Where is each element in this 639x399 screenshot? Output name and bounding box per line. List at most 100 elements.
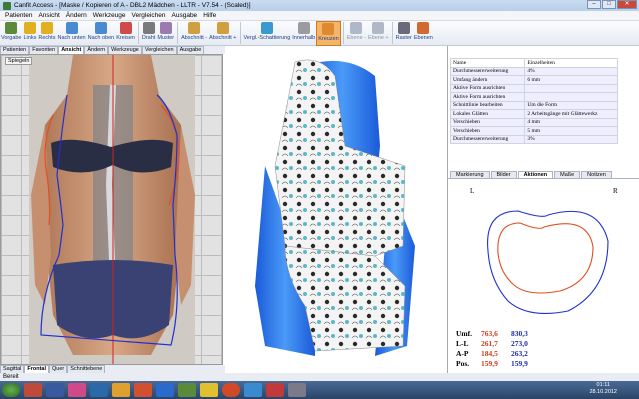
toolbar-button-inside[interactable]: Innerhalb [291, 21, 316, 46]
measurement-red: 763,6 [481, 328, 498, 338]
view-tab-1[interactable]: Frontal [24, 365, 49, 373]
toolbar-label: Muster [157, 35, 175, 41]
toolbar-separator [391, 22, 393, 44]
pattern-icon [159, 22, 172, 34]
action-name: Durchmessererweiterung [449, 66, 526, 76]
frontal-photo-panel[interactable]: Spiegeln [0, 54, 223, 365]
table-row[interactable]: Verschieben 5 mm [449, 126, 618, 136]
toolbar-label: Kreisen [116, 35, 135, 41]
table-row[interactable]: Verschieben 4 mm [449, 117, 618, 127]
plane-plus-icon [372, 22, 385, 34]
taskbar-app-icon[interactable] [200, 383, 218, 397]
right-tab-4[interactable]: Notizen [581, 171, 612, 178]
toolbar-button-arrow-down[interactable]: Nach unten [56, 21, 86, 46]
toolbar-button-rotate[interactable]: Kreisen [115, 21, 136, 46]
close-button[interactable]: ✕ [617, 0, 637, 9]
toolbar-button-check-right[interactable]: Rechts [37, 21, 56, 46]
col-header-name: Name [449, 58, 526, 68]
toolbar-button-check-left[interactable]: Links [23, 21, 38, 46]
cross-icon [322, 23, 335, 35]
patient-back-image [29, 55, 195, 364]
toolbar-button-plane-minus[interactable]: Ebene - [346, 21, 367, 46]
taskbar-app-icon[interactable] [244, 383, 262, 397]
taskbar-app-icon[interactable] [266, 383, 284, 397]
table-row[interactable]: Lokales Glätten 2 Arbeitsgänge mit Glätte… [449, 109, 618, 119]
right-tab-0[interactable]: Markierung [450, 171, 490, 178]
maximize-button[interactable]: □ [602, 0, 616, 9]
view-tab-3[interactable]: Schnittebene [67, 365, 106, 373]
inside-icon [297, 22, 310, 34]
table-row[interactable]: Durchmessererweiterung 3% [449, 134, 618, 144]
taskbar-app-icon[interactable] [156, 383, 174, 397]
toolbar-button-cross[interactable]: Kreuzen [316, 21, 341, 46]
taskbar-app-icon[interactable] [222, 383, 240, 397]
toolbar-button-arrow-up[interactable]: Nach oben [87, 21, 116, 46]
toolbar-label: Links [23, 35, 37, 41]
wireframe-icon [142, 22, 155, 34]
menu-ausgabe[interactable]: Ausgabe [169, 12, 201, 19]
taskbar-app-icon[interactable] [178, 383, 196, 397]
toolbar-button-section-minus[interactable]: Abschnitt - [180, 21, 208, 46]
menu-aendern[interactable]: Ändern [63, 12, 90, 19]
tab-0[interactable]: Patienten [0, 46, 30, 54]
action-name: Verschieben [449, 126, 526, 136]
taskbar-app-icon[interactable] [68, 383, 86, 397]
table-row[interactable]: Umfang ändern 6 mm [449, 75, 618, 85]
check-left-icon [23, 22, 36, 34]
toolbar-label: Vorgabe [1, 35, 22, 41]
toolbar-button-section-plus[interactable]: Abschnitt + [208, 21, 237, 46]
taskbar-app-icon[interactable] [288, 383, 306, 397]
plane-minus-icon [350, 22, 363, 34]
tab-3[interactable]: Ändern [84, 46, 109, 54]
toolbar-button-layers[interactable]: Ebenen [413, 21, 434, 46]
measurement-red: 261,7 [481, 338, 498, 348]
system-clock[interactable]: 01:11 28.10.2012 [589, 382, 617, 396]
table-row[interactable]: Aktive Form ausrichten [449, 92, 618, 102]
table-row[interactable]: Schnittlinie bearbeiten Um die Form [449, 100, 618, 110]
right-tab-2[interactable]: Aktionen [517, 171, 554, 178]
toolbar-button-pattern[interactable]: Muster [156, 21, 175, 46]
toolbar-label: Vergl.-Schattierung [243, 35, 291, 41]
action-details: 5 mm [524, 126, 618, 136]
title-bar: Canfit Access - [Maske / Kopieren of A -… [0, 0, 639, 11]
menu-werkzeuge[interactable]: Werkzeuge [90, 12, 129, 19]
taskbar-app-icon[interactable] [24, 383, 42, 397]
tab-5[interactable]: Vergleichen [141, 46, 177, 54]
start-button[interactable] [2, 383, 20, 397]
right-tab-1[interactable]: Bilder [490, 171, 517, 178]
toolbar-button-preset[interactable]: Vorgabe [0, 21, 23, 46]
toolbar-button-wireframe[interactable]: Draht [141, 21, 156, 46]
taskbar: 01:11 28.10.2012 [0, 381, 639, 399]
right-tab-row: Markierung Bilder Aktionen Maße Notizen [448, 171, 639, 179]
tab-6[interactable]: Ausgabe [176, 46, 205, 54]
menu-ansicht[interactable]: Ansicht [35, 12, 62, 19]
layers-icon [417, 22, 430, 34]
taskbar-app-icon[interactable] [134, 383, 152, 397]
menu-hilfe[interactable]: Hilfe [200, 12, 219, 19]
tab-2[interactable]: Ansicht [58, 46, 85, 54]
toolbar-button-compare-shading[interactable]: Vergl.-Schattierung [243, 21, 292, 46]
taskbar-app-icon[interactable] [90, 383, 108, 397]
mirror-button[interactable]: Spiegeln [5, 57, 33, 65]
minimize-button[interactable]: – [587, 0, 601, 9]
menu-vergleichen[interactable]: Vergleichen [129, 12, 169, 19]
menu-patienten[interactable]: Patienten [2, 12, 35, 19]
preset-icon [5, 22, 18, 34]
taskbar-app-icon[interactable] [46, 383, 64, 397]
action-details: 3% [524, 134, 618, 144]
cross-section-view[interactable]: L R [448, 181, 639, 331]
taskbar-app-icon[interactable] [112, 383, 130, 397]
3d-brace-view[interactable] [225, 46, 447, 365]
toolbar-button-grid[interactable]: Raster [395, 21, 413, 46]
tab-4[interactable]: Werkzeuge [108, 46, 142, 54]
tab-1[interactable]: Favoriten [29, 46, 59, 54]
action-details [524, 83, 618, 93]
view-tab-2[interactable]: Quer [49, 365, 68, 373]
table-row[interactable]: Aktive Form ausrichten [449, 83, 618, 93]
measurement-red: 184,5 [481, 348, 498, 358]
right-tab-3[interactable]: Maße [554, 171, 581, 178]
view-tab-0[interactable]: Sagittal [0, 365, 25, 373]
window-title: Canfit Access - [Maske / Kopieren of A -… [14, 2, 251, 9]
toolbar-button-plane-plus[interactable]: Ebene + [367, 21, 390, 46]
table-row[interactable]: Durchmessererweiterung 4% [449, 66, 618, 76]
